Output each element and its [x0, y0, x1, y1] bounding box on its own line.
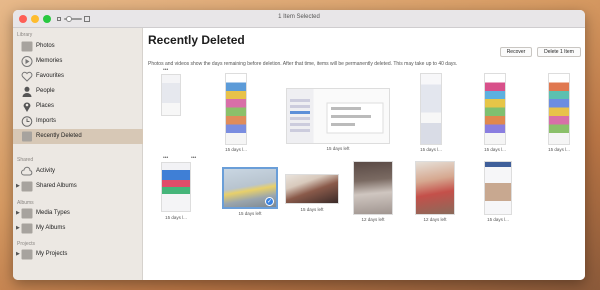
photo-caption: 12 days left: [361, 217, 385, 222]
memories-icon: [21, 56, 33, 67]
heart-icon: [21, 71, 33, 82]
folder-icon: [21, 223, 33, 234]
recover-button[interactable]: Recover: [500, 47, 532, 57]
person-icon: [22, 86, 32, 97]
sidebar-item-media-types[interactable]: ▶ Media Types: [13, 206, 143, 221]
more-icon[interactable]: •••: [163, 68, 168, 73]
photo-thumbnail[interactable]: [285, 174, 339, 204]
disclosure-triangle-icon[interactable]: ▶: [16, 226, 20, 231]
sidebar-item-label: People: [36, 88, 55, 94]
sidebar-item-label: Memories: [36, 58, 63, 64]
photo-thumbnail[interactable]: [286, 88, 390, 144]
checkmark-icon: ✓: [265, 197, 274, 206]
sidebar-item-label: My Albums: [36, 225, 66, 231]
photo-caption: 15 days left: [300, 207, 324, 212]
sidebar-item-label: Favourites: [36, 73, 65, 79]
sidebar-item-label: Imports: [36, 118, 57, 124]
sidebar-item-recently-deleted[interactable]: Recently Deleted: [13, 129, 143, 144]
photo-caption: 15 days l...: [548, 147, 570, 152]
photo-thumbnail[interactable]: [548, 73, 570, 145]
sidebar-item-shared-albums[interactable]: ▶ Shared Albums: [13, 179, 143, 194]
photo-thumbnail[interactable]: [225, 73, 247, 145]
sidebar-item-imports[interactable]: Imports: [13, 114, 143, 129]
clock-icon: [21, 116, 33, 127]
delete-button[interactable]: Delete 1 Item: [537, 47, 581, 57]
photo-caption: 15 days l...: [487, 217, 509, 222]
disclosure-triangle-icon[interactable]: ▶: [16, 184, 20, 189]
sidebar-item-memories[interactable]: Memories: [13, 54, 143, 69]
disclosure-triangle-icon[interactable]: ▶: [16, 252, 20, 257]
main-content: Recently Deleted Recover Delete 1 Item P…: [143, 28, 585, 280]
photo-thumbnail[interactable]: [420, 73, 442, 145]
sidebar: Library Photos Memories Favourites Peopl…: [13, 28, 143, 280]
photo-caption: 15 days l...: [165, 215, 187, 220]
folder-icon: [21, 181, 33, 192]
section-label-library: Library: [17, 32, 33, 38]
sidebar-item-label: Shared Albums: [36, 183, 77, 189]
page-title: Recently Deleted: [148, 33, 245, 47]
photo-caption: 15 days l...: [420, 147, 442, 152]
sidebar-item-my-albums[interactable]: ▶ My Albums: [13, 221, 143, 236]
info-text: Photos and videos show the days remainin…: [148, 61, 458, 67]
photo-caption: 15 days l...: [225, 147, 247, 152]
sidebar-item-label: Recently Deleted: [36, 133, 82, 139]
sidebar-item-label: Places: [36, 103, 55, 109]
photo-caption: 15 days l...: [484, 147, 506, 152]
more-icon[interactable]: •••: [191, 156, 196, 161]
photo-thumbnail[interactable]: [161, 74, 181, 116]
photo-thumbnail[interactable]: [415, 161, 455, 215]
disclosure-triangle-icon[interactable]: ▶: [16, 211, 20, 216]
folder-icon: [21, 249, 33, 260]
photo-thumbnail[interactable]: [353, 161, 393, 215]
photo-caption: 15 days left: [238, 211, 262, 216]
sidebar-item-label: Activity: [36, 168, 56, 174]
pin-icon: [23, 102, 31, 112]
section-label-shared: Shared: [17, 157, 34, 163]
sidebar-item-label: My Projects: [36, 251, 68, 257]
photos-window: 1 Item Selected Library Photos Memories …: [13, 10, 585, 280]
window-title: 1 Item Selected: [278, 14, 320, 20]
title-bar: 1 Item Selected: [13, 10, 585, 28]
trash-icon: [22, 131, 32, 142]
sidebar-item-favourites[interactable]: Favourites: [13, 69, 143, 84]
cloud-icon: [21, 166, 33, 176]
sidebar-item-label: Media Types: [36, 210, 70, 216]
sidebar-item-activity[interactable]: Activity: [13, 164, 143, 179]
photo-thumbnail[interactable]: [484, 161, 512, 215]
photos-icon: [21, 41, 33, 52]
sidebar-item-photos[interactable]: Photos: [13, 39, 143, 54]
folder-icon: [21, 208, 33, 219]
sidebar-item-label: Photos: [36, 43, 55, 49]
sidebar-item-places[interactable]: Places: [13, 99, 143, 114]
sidebar-item-people[interactable]: People: [13, 84, 143, 99]
more-icon[interactable]: •••: [163, 156, 168, 161]
screenshot-preview: [290, 99, 384, 134]
photo-caption: 12 days left: [423, 217, 447, 222]
sidebar-item-my-projects[interactable]: ▶ My Projects: [13, 247, 143, 262]
photo-thumbnail[interactable]: [484, 73, 506, 145]
photo-thumbnail[interactable]: [161, 162, 191, 212]
photo-caption: 15 days left: [326, 146, 350, 151]
